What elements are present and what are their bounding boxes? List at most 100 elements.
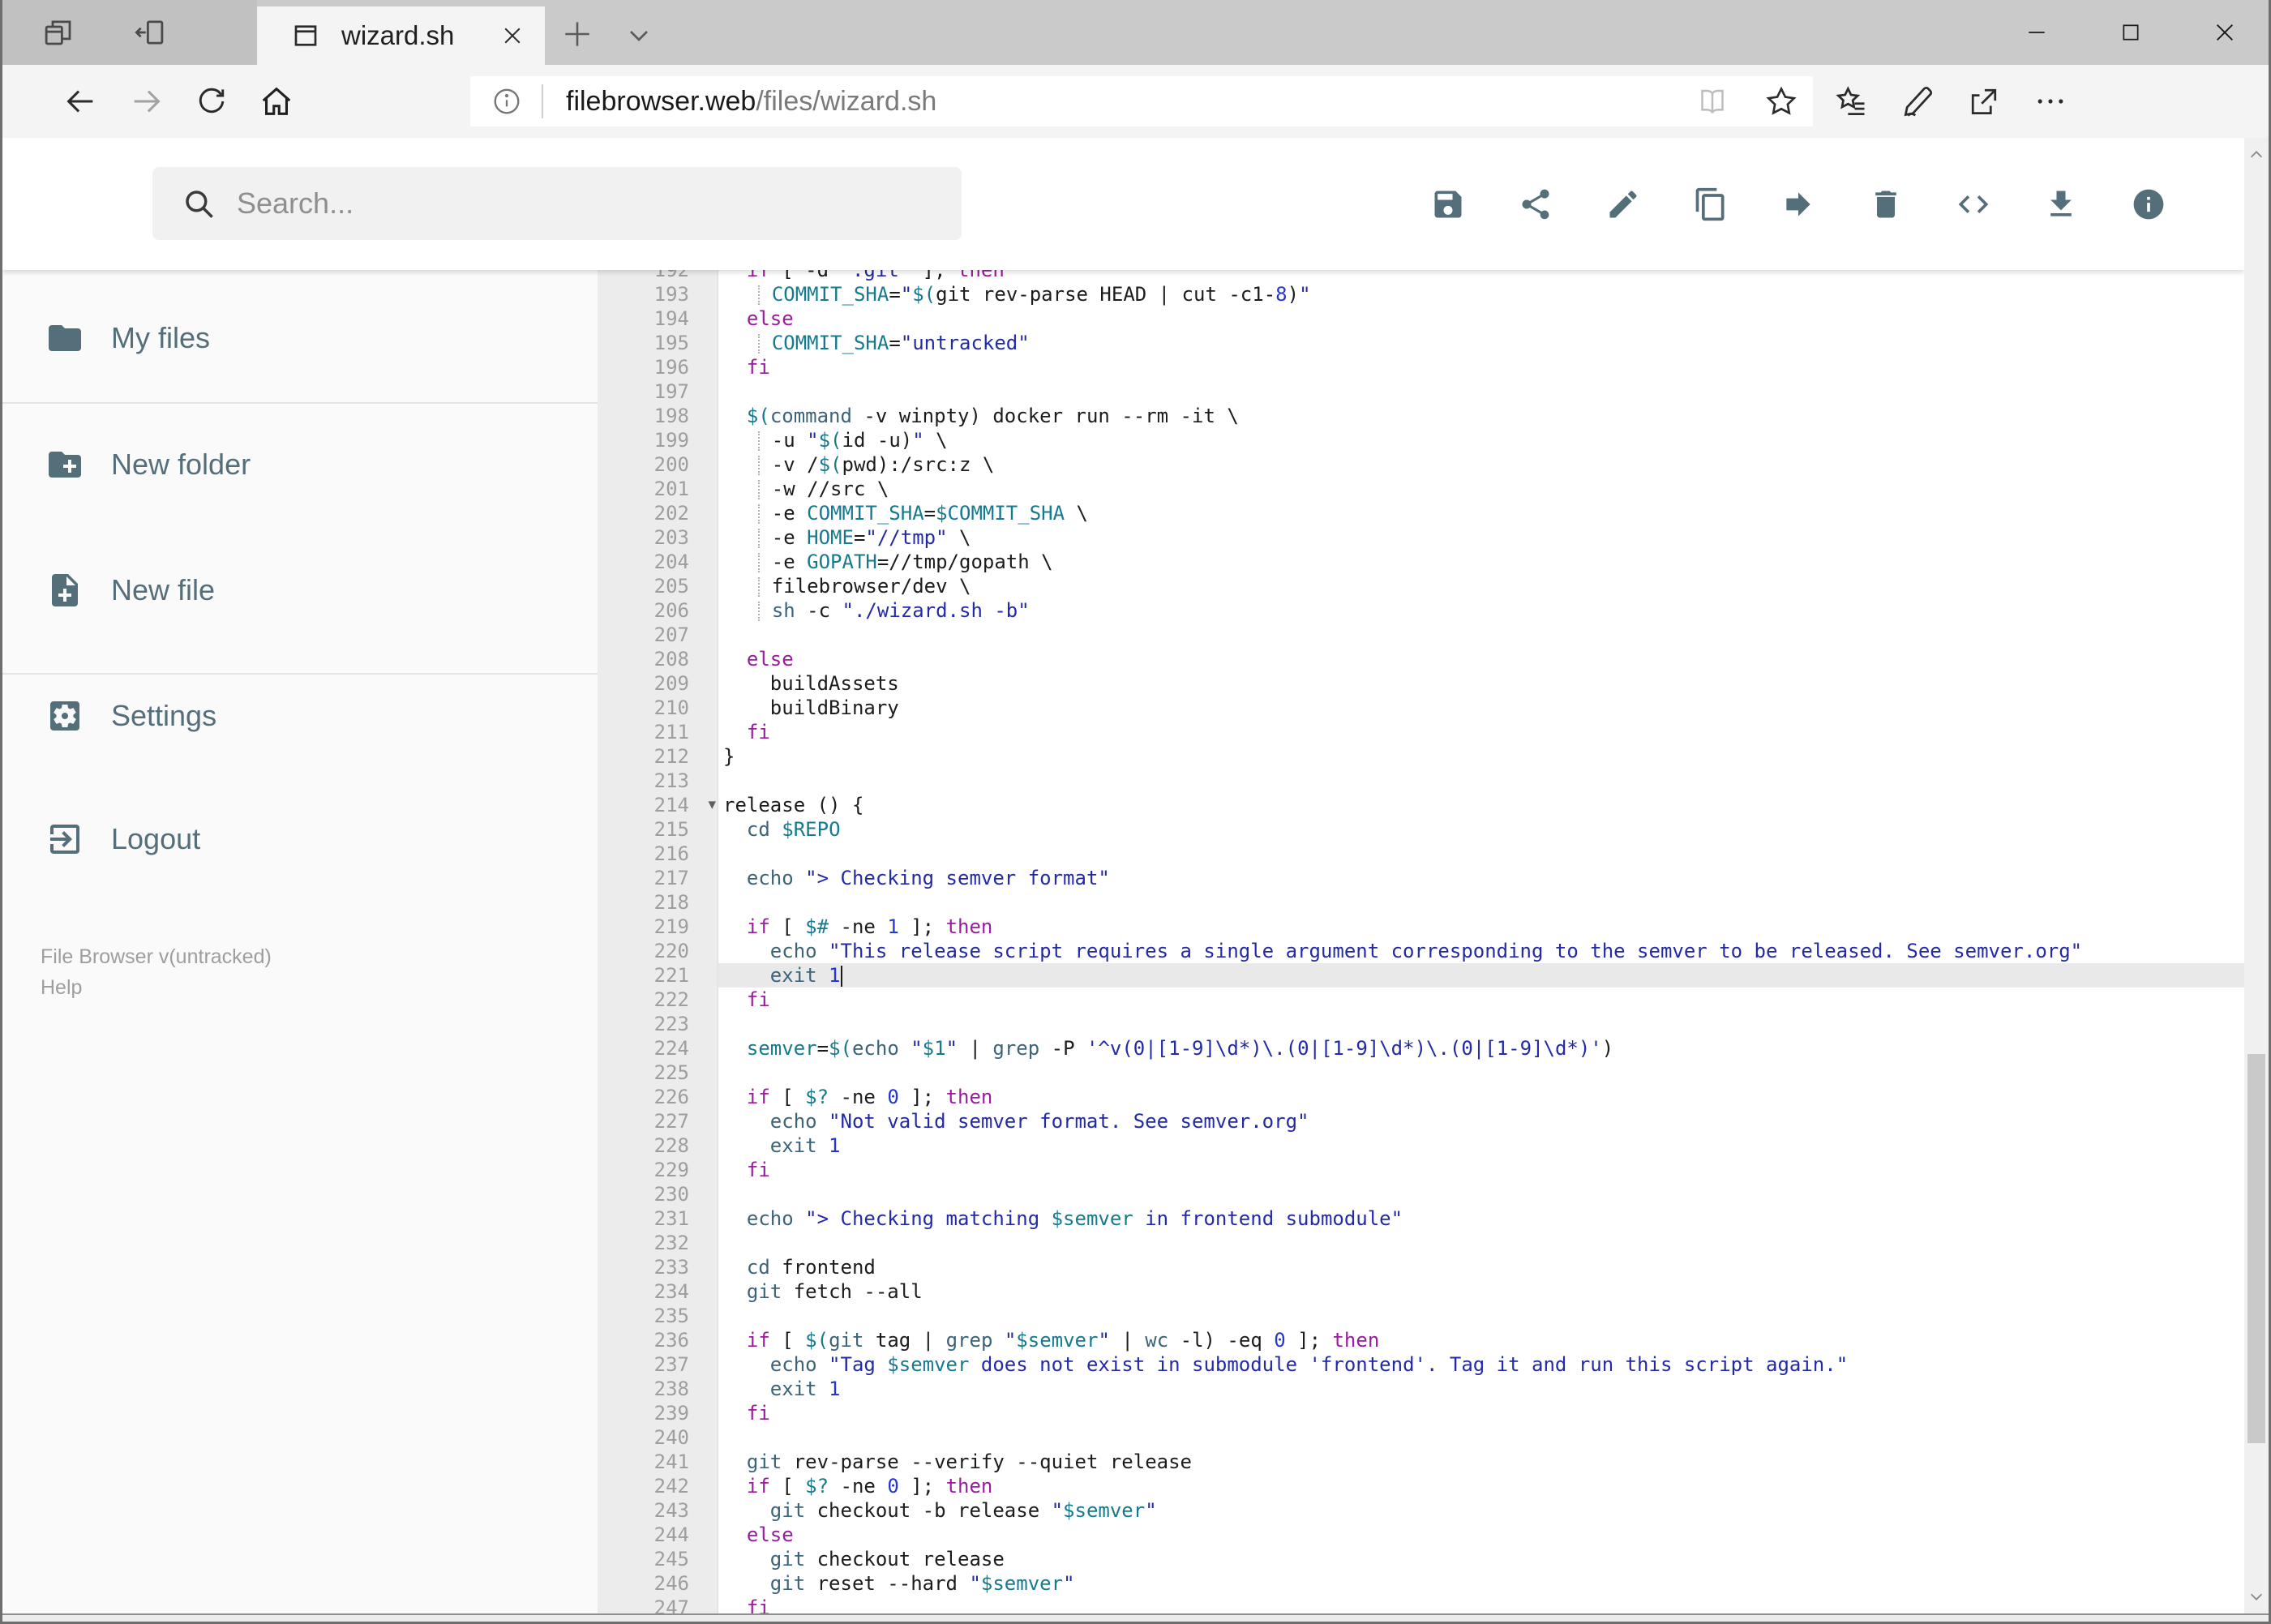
code-line[interactable]: [718, 1012, 2244, 1036]
code-line[interactable]: git checkout release: [718, 1547, 2244, 1571]
sidebar-item-logout[interactable]: Logout: [2, 800, 598, 878]
url-field[interactable]: filebrowser.web/files/wizard.sh: [470, 76, 1813, 126]
code-line[interactable]: cd $REPO: [718, 817, 2244, 842]
new-tab-icon[interactable]: [559, 16, 595, 52]
code-line[interactable]: COMMIT_SHA="$(git rev-parse HEAD | cut -…: [718, 282, 2244, 306]
code-line[interactable]: if [ $? -ne 0 ]; then: [718, 1474, 2244, 1498]
code-line[interactable]: $(command -v winpty) docker run --rm -it…: [718, 404, 2244, 428]
set-tabs-aside-icon[interactable]: [132, 15, 168, 49]
info-icon[interactable]: [2131, 186, 2166, 222]
tab-close-icon[interactable]: [498, 21, 527, 50]
share-icon[interactable]: [1518, 186, 1553, 222]
save-icon[interactable]: [1430, 186, 1466, 222]
code-line[interactable]: }: [718, 744, 2244, 769]
browser-tab[interactable]: wizard.sh: [257, 6, 545, 65]
code-line[interactable]: git checkout -b release "$semver": [718, 1498, 2244, 1523]
code-line[interactable]: COMMIT_SHA="untracked": [718, 331, 2244, 355]
code-line[interactable]: echo "Not valid semver format. See semve…: [718, 1109, 2244, 1133]
code-line[interactable]: echo "This release script requires a sin…: [718, 939, 2244, 963]
code-line[interactable]: if [ $(git tag | grep "$semver" | wc -l)…: [718, 1328, 2244, 1352]
code-line[interactable]: [718, 1304, 2244, 1328]
code-line[interactable]: buildAssets: [718, 671, 2244, 696]
settings-ellipsis-icon[interactable]: [2033, 84, 2068, 119]
tab-list-chevron-icon[interactable]: [623, 19, 655, 52]
code-line[interactable]: cd frontend: [718, 1255, 2244, 1279]
code-line[interactable]: exit 1: [718, 1377, 2244, 1401]
code-line[interactable]: -w //src \: [718, 477, 2244, 501]
scroll-up-icon[interactable]: [2244, 141, 2269, 169]
vertical-scrollbar[interactable]: [2244, 138, 2269, 1613]
favorite-star-icon[interactable]: [1764, 84, 1798, 118]
code-line[interactable]: if [ $? -ne 0 ]; then: [718, 1085, 2244, 1109]
download-icon[interactable]: [2043, 186, 2079, 222]
web-notes-pen-icon[interactable]: [1900, 84, 1935, 119]
code-line[interactable]: [718, 1425, 2244, 1450]
window-minimize-button[interactable]: [1990, 0, 2083, 65]
sidebar-item-my-files[interactable]: My files: [2, 299, 598, 377]
sidebar-item-new-file[interactable]: New file: [2, 551, 598, 629]
help-link[interactable]: Help: [41, 972, 272, 1003]
horizontal-scrollbar[interactable]: [2, 1615, 2269, 1622]
code-line[interactable]: fi: [718, 988, 2244, 1012]
back-icon[interactable]: [59, 80, 101, 122]
code-line[interactable]: else: [718, 306, 2244, 331]
code-line[interactable]: [718, 623, 2244, 647]
code-line[interactable]: -e GOPATH=//tmp/gopath \: [718, 550, 2244, 574]
code-line[interactable]: echo "> Checking matching $semver in fro…: [718, 1206, 2244, 1231]
code-line[interactable]: echo "Tag $semver does not exist in subm…: [718, 1352, 2244, 1377]
code-line[interactable]: [718, 1182, 2244, 1206]
code-line[interactable]: else: [718, 647, 2244, 671]
code-line[interactable]: buildBinary: [718, 696, 2244, 720]
code-line[interactable]: exit 1: [718, 1133, 2244, 1158]
code-line[interactable]: release () {: [718, 793, 2244, 817]
code-line[interactable]: git rev-parse --verify --quiet release: [718, 1450, 2244, 1474]
code-line[interactable]: fi: [718, 720, 2244, 744]
code-line[interactable]: git reset --hard "$semver": [718, 1571, 2244, 1596]
code-line[interactable]: fi: [718, 1596, 2244, 1613]
code-line[interactable]: -e COMMIT_SHA=$COMMIT_SHA \: [718, 501, 2244, 525]
code-line[interactable]: if [ -d ".git" ]; then: [718, 270, 2244, 282]
code-line[interactable]: if [ $# -ne 1 ]; then: [718, 915, 2244, 939]
home-icon[interactable]: [255, 80, 298, 122]
search-box[interactable]: [152, 167, 962, 240]
code-line[interactable]: filebrowser/dev \: [718, 574, 2244, 598]
code-line[interactable]: -e HOME="//tmp" \: [718, 525, 2244, 550]
code-line-active[interactable]: exit 1: [718, 963, 2244, 988]
reading-view-icon[interactable]: [1696, 85, 1729, 118]
code-line[interactable]: [718, 890, 2244, 915]
tab-preview-icon[interactable]: [41, 15, 75, 49]
move-icon[interactable]: [1780, 186, 1816, 222]
code-line[interactable]: fi: [718, 1158, 2244, 1182]
scrollbar-thumb[interactable]: [2247, 1054, 2265, 1443]
search-input[interactable]: [237, 186, 962, 221]
code-line[interactable]: [718, 1061, 2244, 1085]
forward-icon[interactable]: [126, 80, 168, 122]
code-line[interactable]: sh -c "./wizard.sh -b": [718, 598, 2244, 623]
code-line[interactable]: -u "$(id -u)" \: [718, 428, 2244, 452]
hub-favorites-icon[interactable]: [1833, 84, 1869, 119]
refresh-icon[interactable]: [191, 80, 233, 122]
share-page-icon[interactable]: [1966, 84, 2002, 119]
code-line[interactable]: [718, 769, 2244, 793]
code-line[interactable]: [718, 842, 2244, 866]
delete-icon[interactable]: [1868, 186, 1904, 222]
code-line[interactable]: [718, 379, 2244, 404]
code-line[interactable]: git fetch --all: [718, 1279, 2244, 1304]
window-close-button[interactable]: [2178, 0, 2271, 65]
scroll-down-icon[interactable]: [2244, 1583, 2269, 1610]
copy-icon[interactable]: [1693, 186, 1729, 222]
sidebar-item-settings[interactable]: Settings: [2, 677, 598, 755]
code-line[interactable]: [718, 1231, 2244, 1255]
fold-marker-icon[interactable]: ▾: [708, 792, 716, 816]
code-line[interactable]: fi: [718, 355, 2244, 379]
code-line[interactable]: -v /$(pwd):/src:z \: [718, 452, 2244, 477]
edit-icon[interactable]: [1605, 186, 1641, 222]
code-line[interactable]: fi: [718, 1401, 2244, 1425]
site-info-icon[interactable]: [491, 86, 522, 117]
code-editor[interactable]: 192 if [ -d ".git" ]; then 193 COMMIT_SHA…: [598, 270, 2244, 1613]
code-line[interactable]: echo "> Checking semver format": [718, 866, 2244, 890]
window-maximize-button[interactable]: [2084, 0, 2177, 65]
sidebar-item-new-folder[interactable]: New folder: [2, 426, 598, 503]
code-line[interactable]: else: [718, 1523, 2244, 1547]
code-line[interactable]: semver=$(echo "$1" | grep -P '^v(0|[1-9]…: [718, 1036, 2244, 1061]
